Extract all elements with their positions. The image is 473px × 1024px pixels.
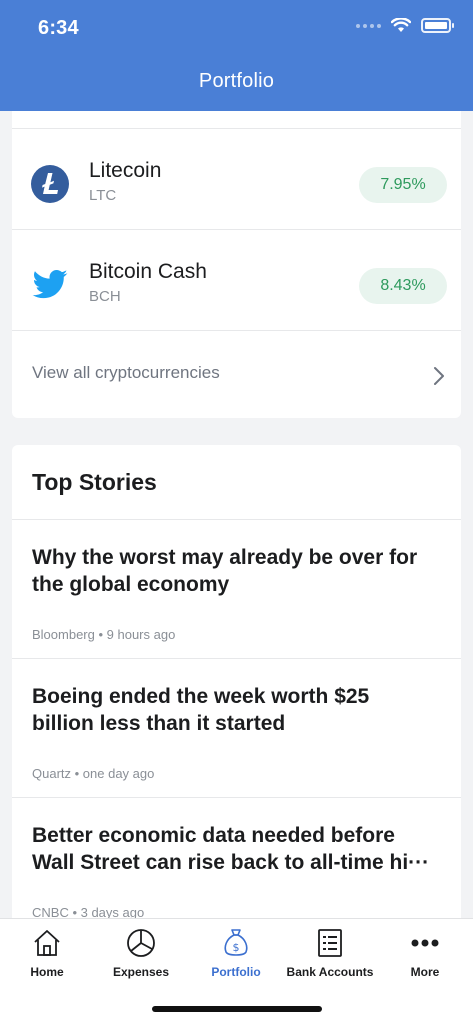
wifi-icon: [391, 18, 411, 32]
litecoin-icon: [31, 165, 69, 203]
crypto-row-litecoin[interactable]: Litecoin LTC 7.95%: [12, 129, 461, 229]
home-indicator[interactable]: [152, 1006, 322, 1012]
tab-more[interactable]: More: [378, 919, 472, 999]
story-headline-line: Wall Street can rise back to all-time hi…: [32, 851, 430, 874]
story-meta: Bloomberg • 9 hours ago: [32, 627, 176, 642]
top-stories-heading: Top Stories: [32, 469, 157, 495]
cellular-signal-icon: [356, 23, 381, 28]
divider: [12, 330, 461, 331]
tab-label: More: [410, 965, 440, 979]
crypto-name: Bitcoin Cash: [89, 260, 207, 283]
page-title: Portfolio: [198, 70, 275, 92]
view-all-cryptocurrencies-link[interactable]: View all cryptocurrencies: [32, 363, 220, 383]
story-item[interactable]: Why the worst may already be over for th…: [12, 520, 461, 658]
pie-chart-icon: [127, 929, 155, 957]
change-badge: 7.95%: [359, 167, 447, 203]
home-icon: [34, 930, 60, 956]
app-header: 6:34 Portfolio: [0, 0, 473, 111]
svg-text:$: $: [233, 941, 240, 954]
tab-expenses[interactable]: Expenses: [94, 919, 188, 999]
top-stories-card: Top Stories Why the worst may already be…: [12, 445, 461, 925]
status-icons: [356, 18, 454, 33]
tab-home[interactable]: Home: [0, 919, 94, 999]
change-badge: 8.43%: [359, 268, 447, 304]
tab-bank-accounts[interactable]: Bank Accounts: [283, 919, 377, 999]
story-headline: Boeing ended the week worth $25 billion …: [32, 683, 443, 737]
statement-icon: [318, 929, 342, 957]
tab-label: Home: [30, 965, 64, 979]
story-headline: Why the worst may already be over for th…: [32, 544, 443, 598]
story-item[interactable]: Better economic data needed before Wall …: [12, 798, 461, 925]
crypto-symbol: LTC: [89, 187, 117, 204]
tab-label: Portfolio: [211, 965, 261, 979]
bottom-tab-bar: Home Expenses $ Portfolio Bank Accounts: [0, 918, 473, 1024]
story-headline-line: Boeing ended the week worth $25: [32, 685, 370, 708]
cryptocurrency-card: Litecoin LTC 7.95% Bitcoin Cash BCH 8.43…: [12, 111, 461, 418]
story-headline-line: billion less than it started: [32, 712, 286, 735]
crypto-row-bitcoin-cash[interactable]: Bitcoin Cash BCH 8.43%: [12, 230, 461, 330]
crypto-name: Litecoin: [89, 159, 162, 182]
story-item[interactable]: Boeing ended the week worth $25 billion …: [12, 659, 461, 797]
status-time: 6:34: [38, 17, 79, 39]
twitter-bird-icon: [32, 269, 68, 299]
tab-label: Bank Accounts: [286, 965, 374, 979]
tab-label: Expenses: [112, 965, 170, 979]
story-headline-line: the global economy: [32, 573, 230, 596]
story-headline-line: Better economic data needed before: [32, 824, 395, 847]
money-bag-icon: $: [224, 929, 248, 956]
more-dots-icon: [411, 939, 439, 947]
story-headline: Better economic data needed before Wall …: [32, 822, 443, 876]
battery-icon: [421, 18, 454, 33]
story-headline-line: Why the worst may already be over for: [32, 546, 418, 569]
tab-portfolio[interactable]: $ Portfolio: [189, 919, 283, 999]
crypto-symbol: BCH: [89, 288, 121, 305]
story-meta: Quartz • one day ago: [32, 766, 155, 781]
chevron-right-icon[interactable]: [433, 366, 445, 386]
